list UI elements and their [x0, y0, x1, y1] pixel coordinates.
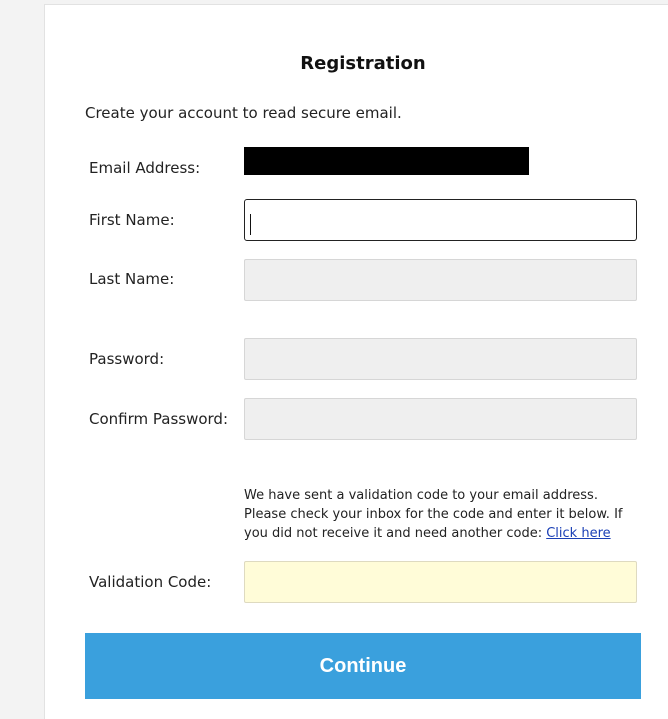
text-cursor — [250, 214, 251, 235]
password-input[interactable] — [244, 338, 637, 380]
first-name-label: First Name: — [89, 211, 175, 229]
validation-code-label: Validation Code: — [89, 573, 212, 591]
confirm-password-input[interactable] — [244, 398, 637, 440]
subtitle: Create your account to read secure email… — [85, 104, 402, 122]
email-value-redacted — [244, 147, 529, 175]
last-name-input[interactable] — [244, 259, 637, 301]
first-name-input[interactable] — [244, 199, 637, 241]
page-title: Registration — [300, 53, 426, 74]
email-label: Email Address: — [89, 159, 201, 177]
confirm-password-label: Confirm Password: — [89, 410, 229, 428]
password-label: Password: — [89, 350, 165, 368]
validation-code-input[interactable] — [244, 561, 637, 603]
validation-info-text: We have sent a validation code to your e… — [244, 486, 644, 543]
last-name-label: Last Name: — [89, 270, 175, 288]
continue-button[interactable]: Continue — [85, 633, 641, 699]
click-here-link[interactable]: Click here — [546, 526, 610, 541]
registration-panel: Registration Create your account to read… — [44, 4, 668, 719]
